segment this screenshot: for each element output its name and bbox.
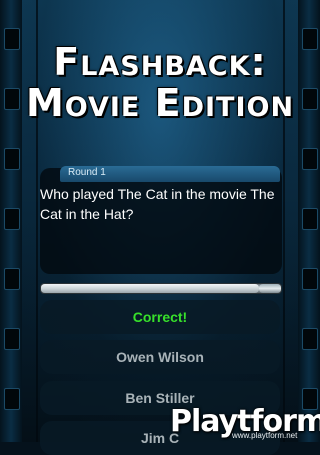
film-hole <box>4 208 20 230</box>
film-hole <box>302 208 318 230</box>
title-line-2: Movie Edition <box>25 81 295 125</box>
film-hole <box>4 328 20 350</box>
answer-option-owen-wilson[interactable]: Owen Wilson <box>40 340 280 374</box>
round-label: Round 1 <box>68 167 106 178</box>
timer-bar <box>40 283 282 294</box>
timer-bar-knob <box>259 284 281 293</box>
answer-feedback-correct[interactable]: Correct! <box>40 300 280 334</box>
film-hole <box>302 148 318 170</box>
title-line-1: Flashback: <box>53 40 267 84</box>
film-hole <box>302 328 318 350</box>
film-hole <box>4 268 20 290</box>
film-hole <box>4 148 20 170</box>
game-title: Flashback: Movie Edition <box>0 42 320 124</box>
question-text: Who played The Cat in the movie The Cat … <box>40 186 275 222</box>
film-hole <box>4 388 20 410</box>
timer-bar-fill <box>41 284 260 293</box>
watermark-url: www.playtform.net <box>232 431 298 440</box>
film-hole <box>302 268 318 290</box>
